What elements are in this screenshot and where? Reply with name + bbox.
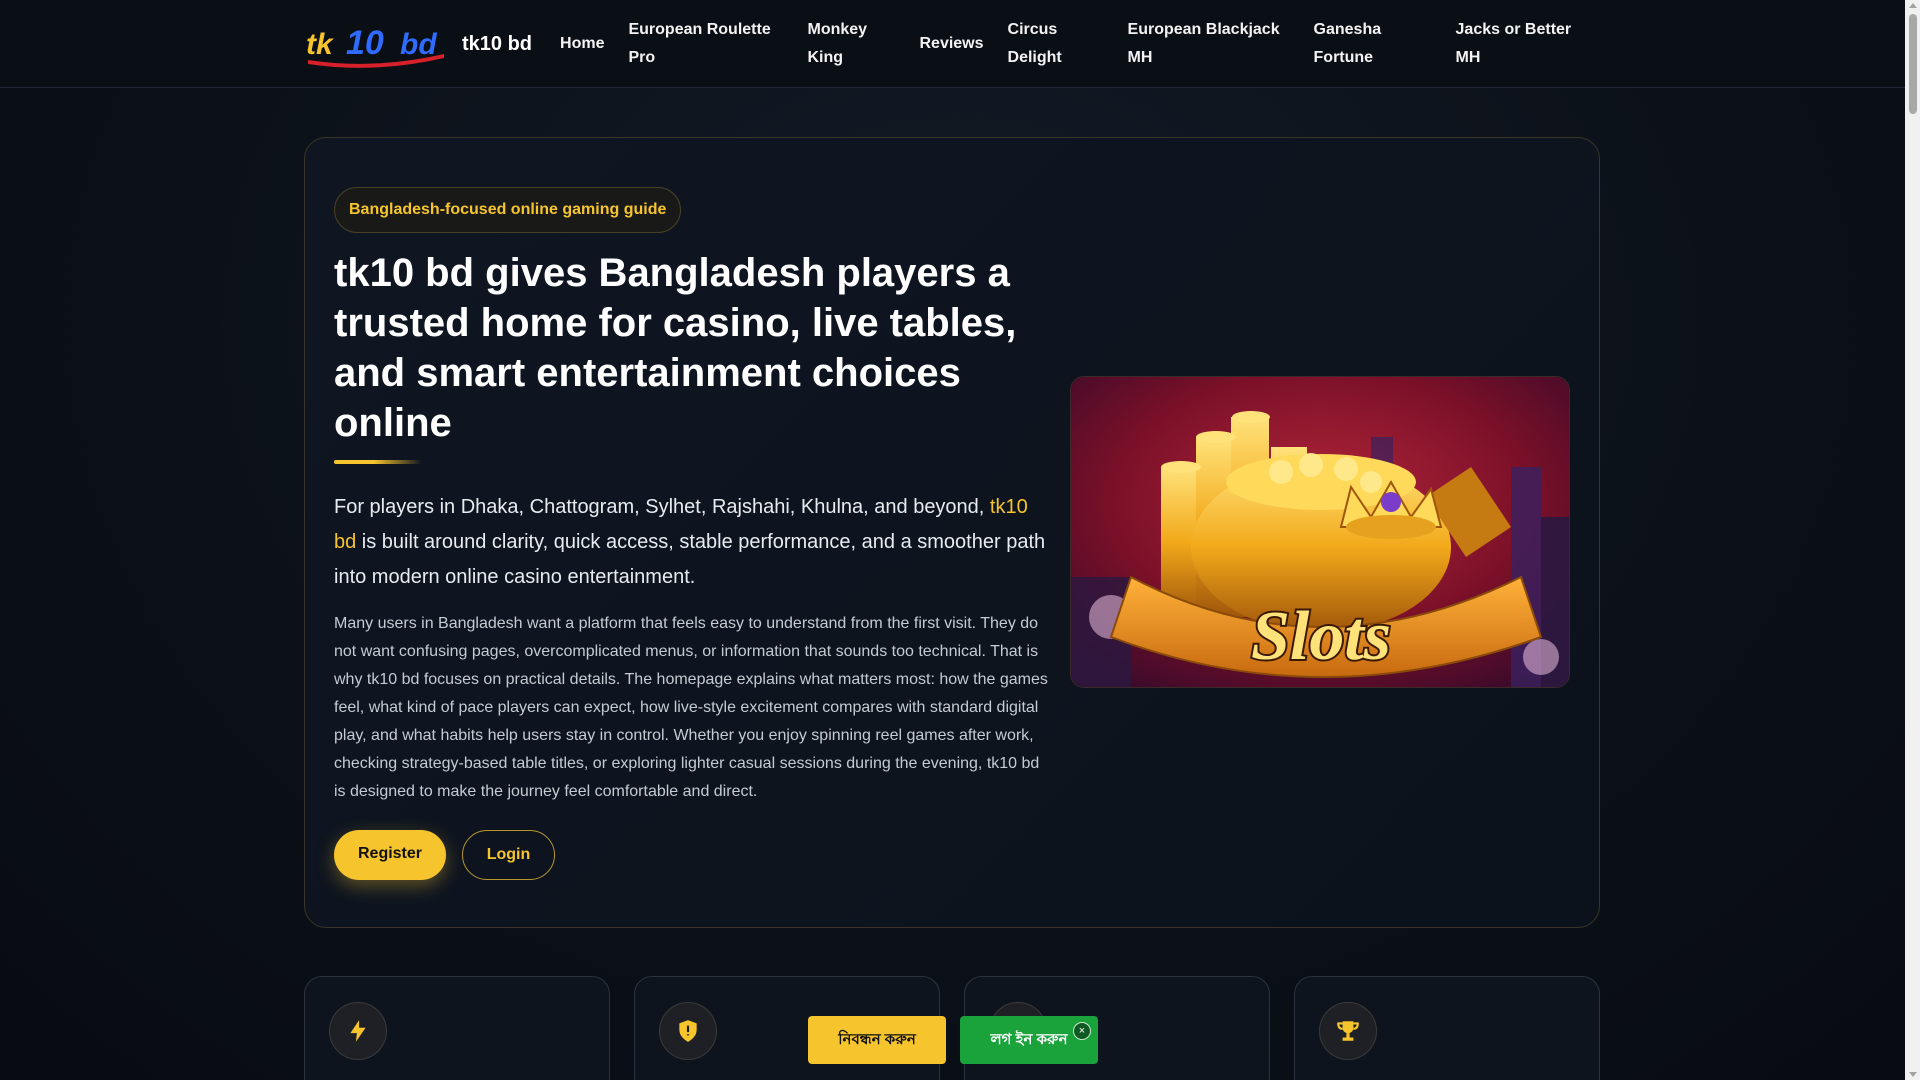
main-nav: Home European Roulette Pro Monkey King R… [560, 0, 1586, 88]
site-name[interactable]: tk10 bd [462, 33, 532, 56]
lead-text-start: For players in Dhaka, Chattogram, Sylhet… [334, 496, 990, 518]
feature-card [1294, 976, 1600, 1080]
title-divider [334, 460, 422, 464]
svg-text:tk: tk [306, 28, 334, 61]
nav-european-roulette-pro[interactable]: European Roulette Pro [628, 16, 783, 72]
slots-hero-image: Slots [1070, 376, 1570, 688]
nav-reviews[interactable]: Reviews [919, 30, 983, 58]
nav-circus-delight[interactable]: Circus Delight [1008, 16, 1104, 72]
logo[interactable]: tk 10 bd tk10 bd [304, 0, 560, 88]
page-scrollbar[interactable] [1905, 0, 1920, 1080]
site-header: tk 10 bd tk10 bd Home European Roulette … [0, 0, 1905, 88]
login-button[interactable]: Login [462, 830, 555, 880]
nav-home[interactable]: Home [560, 30, 604, 58]
lightning-icon [329, 1002, 387, 1060]
svg-text:Slots: Slots [1251, 598, 1391, 675]
trophy-icon [1319, 1002, 1377, 1060]
hero-title: tk10 bd gives Bangladesh players a trust… [334, 251, 1017, 445]
nav-jacks-or-better-mh[interactable]: Jacks or Better MH [1456, 16, 1586, 72]
close-icon[interactable]: × [1073, 1022, 1091, 1040]
logo-mark[interactable]: tk 10 bd [304, 20, 452, 68]
hero-lead: For players in Dhaka, Chattogram, Sylhet… [334, 490, 1054, 595]
svg-text:bd: bd [400, 28, 437, 61]
logo-graphic: tk 10 bd [306, 24, 444, 68]
hero-card: Bangladesh-focused online gaming guide t… [304, 137, 1600, 928]
header-inner: tk 10 bd tk10 bd Home European Roulette … [304, 0, 1600, 88]
svg-text:10: 10 [346, 24, 384, 62]
scroll-up-arrow-icon[interactable] [1909, 3, 1917, 8]
slots-illustration: Slots [1071, 377, 1569, 687]
register-button[interactable]: Register [334, 830, 446, 880]
lead-text-end: is built around clarity, quick access, s… [334, 531, 1046, 588]
floating-register-button[interactable]: নিবন্ধন করুন [808, 1016, 946, 1064]
nav-european-blackjack-mh[interactable]: European Blackjack MH [1128, 16, 1290, 72]
hero-body: Many users in Bangladesh want a platform… [334, 615, 1048, 800]
scrollbar-thumb[interactable] [1909, 14, 1917, 114]
scroll-down-arrow-icon[interactable] [1909, 1072, 1917, 1077]
nav-monkey-king[interactable]: Monkey King [807, 16, 895, 72]
hero-badge: Bangladesh-focused online gaming guide [334, 187, 682, 233]
feature-card [304, 976, 610, 1080]
shield-icon [659, 1002, 717, 1060]
nav-ganesha-fortune[interactable]: Ganesha Fortune [1314, 16, 1432, 72]
